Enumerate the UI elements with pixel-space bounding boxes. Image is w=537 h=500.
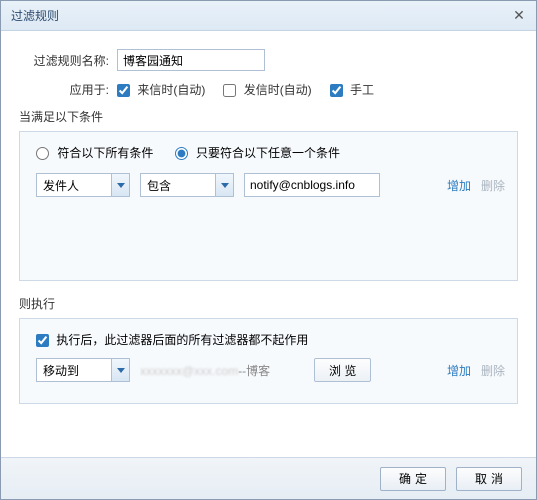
radio-all-label: 符合以下所有条件 bbox=[57, 146, 153, 160]
stop-row: 执行后，此过滤器后面的所有过滤器都不起作用 bbox=[32, 331, 505, 348]
cancel-button[interactable]: 取消 bbox=[456, 467, 522, 491]
radio-any-input[interactable] bbox=[175, 147, 188, 160]
condition-add-link[interactable]: 增加 bbox=[447, 177, 471, 194]
radio-any-label: 只要符合以下任意一个条件 bbox=[196, 146, 340, 160]
name-row: 过滤规则名称: bbox=[19, 49, 518, 71]
condition-row: 发件人 包含 增加 删除 bbox=[32, 173, 505, 197]
condition-value-input[interactable] bbox=[244, 173, 380, 197]
action-add-link[interactable]: 增加 bbox=[447, 362, 471, 379]
actions-title: 则执行 bbox=[19, 295, 518, 312]
chevron-down-icon bbox=[215, 174, 233, 196]
apply-label: 应用于: bbox=[19, 81, 109, 98]
action-target-text: xxxxxxx@xxx.com--博客 bbox=[140, 362, 304, 379]
radio-all-input[interactable] bbox=[36, 147, 49, 160]
footer: 确定 取消 bbox=[1, 457, 536, 499]
condition-op-value: 包含 bbox=[147, 177, 171, 194]
chevron-down-icon bbox=[111, 174, 129, 196]
radio-any[interactable]: 只要符合以下任意一个条件 bbox=[175, 146, 340, 160]
browse-button[interactable]: 浏 览 bbox=[314, 358, 371, 382]
content: 过滤规则名称: 应用于: 来信时(自动) 发信时(自动) 手工 当满足以下条件 bbox=[1, 31, 536, 424]
conditions-mode-row: 符合以下所有条件 只要符合以下任意一个条件 bbox=[32, 144, 505, 161]
apply-send[interactable]: 发信时(自动) bbox=[223, 81, 311, 98]
actions-panel: 执行后，此过滤器后面的所有过滤器都不起作用 移动到 xxxxxxx@xxx.co… bbox=[19, 318, 518, 404]
ok-button[interactable]: 确定 bbox=[380, 467, 446, 491]
apply-manual-checkbox[interactable] bbox=[330, 84, 343, 97]
action-row: 移动到 xxxxxxx@xxx.com--博客 浏 览 增加 删除 bbox=[32, 358, 505, 382]
stop-after-checkbox[interactable] bbox=[36, 334, 49, 347]
apply-receive[interactable]: 来信时(自动) bbox=[117, 81, 205, 98]
apply-send-label: 发信时(自动) bbox=[244, 83, 312, 97]
condition-op-select[interactable]: 包含 bbox=[140, 173, 234, 197]
conditions-panel: 符合以下所有条件 只要符合以下任意一个条件 发件人 包含 增加 bbox=[19, 131, 518, 281]
action-op-select[interactable]: 移动到 bbox=[36, 358, 130, 382]
action-target-blur: xxxxxxx@xxx.com bbox=[140, 364, 238, 378]
apply-manual[interactable]: 手工 bbox=[330, 81, 374, 98]
apply-receive-checkbox[interactable] bbox=[117, 84, 130, 97]
radio-all[interactable]: 符合以下所有条件 bbox=[36, 146, 157, 160]
rule-name-input[interactable] bbox=[117, 49, 265, 71]
dialog-filter-rule: 过滤规则 ✕ 过滤规则名称: 应用于: 来信时(自动) 发信时(自动) 手工 当… bbox=[0, 0, 537, 500]
condition-field-select[interactable]: 发件人 bbox=[36, 173, 130, 197]
stop-after-label: 执行后，此过滤器后面的所有过滤器都不起作用 bbox=[56, 333, 308, 347]
action-target-suffix: --博客 bbox=[238, 364, 270, 378]
apply-send-checkbox[interactable] bbox=[223, 84, 236, 97]
condition-field-value: 发件人 bbox=[43, 177, 79, 194]
conditions-title: 当满足以下条件 bbox=[19, 108, 518, 125]
apply-manual-label: 手工 bbox=[350, 83, 374, 97]
apply-row: 应用于: 来信时(自动) 发信时(自动) 手工 bbox=[19, 81, 518, 98]
chevron-down-icon bbox=[111, 359, 129, 381]
stop-after[interactable]: 执行后，此过滤器后面的所有过滤器都不起作用 bbox=[36, 333, 308, 347]
name-label: 过滤规则名称: bbox=[19, 52, 109, 69]
close-icon[interactable]: ✕ bbox=[512, 8, 526, 22]
window-title: 过滤规则 bbox=[11, 7, 59, 24]
action-op-value: 移动到 bbox=[43, 362, 79, 379]
action-remove-link: 删除 bbox=[481, 362, 505, 379]
condition-remove-link: 删除 bbox=[481, 177, 505, 194]
titlebar: 过滤规则 ✕ bbox=[1, 1, 536, 31]
apply-receive-label: 来信时(自动) bbox=[137, 83, 205, 97]
